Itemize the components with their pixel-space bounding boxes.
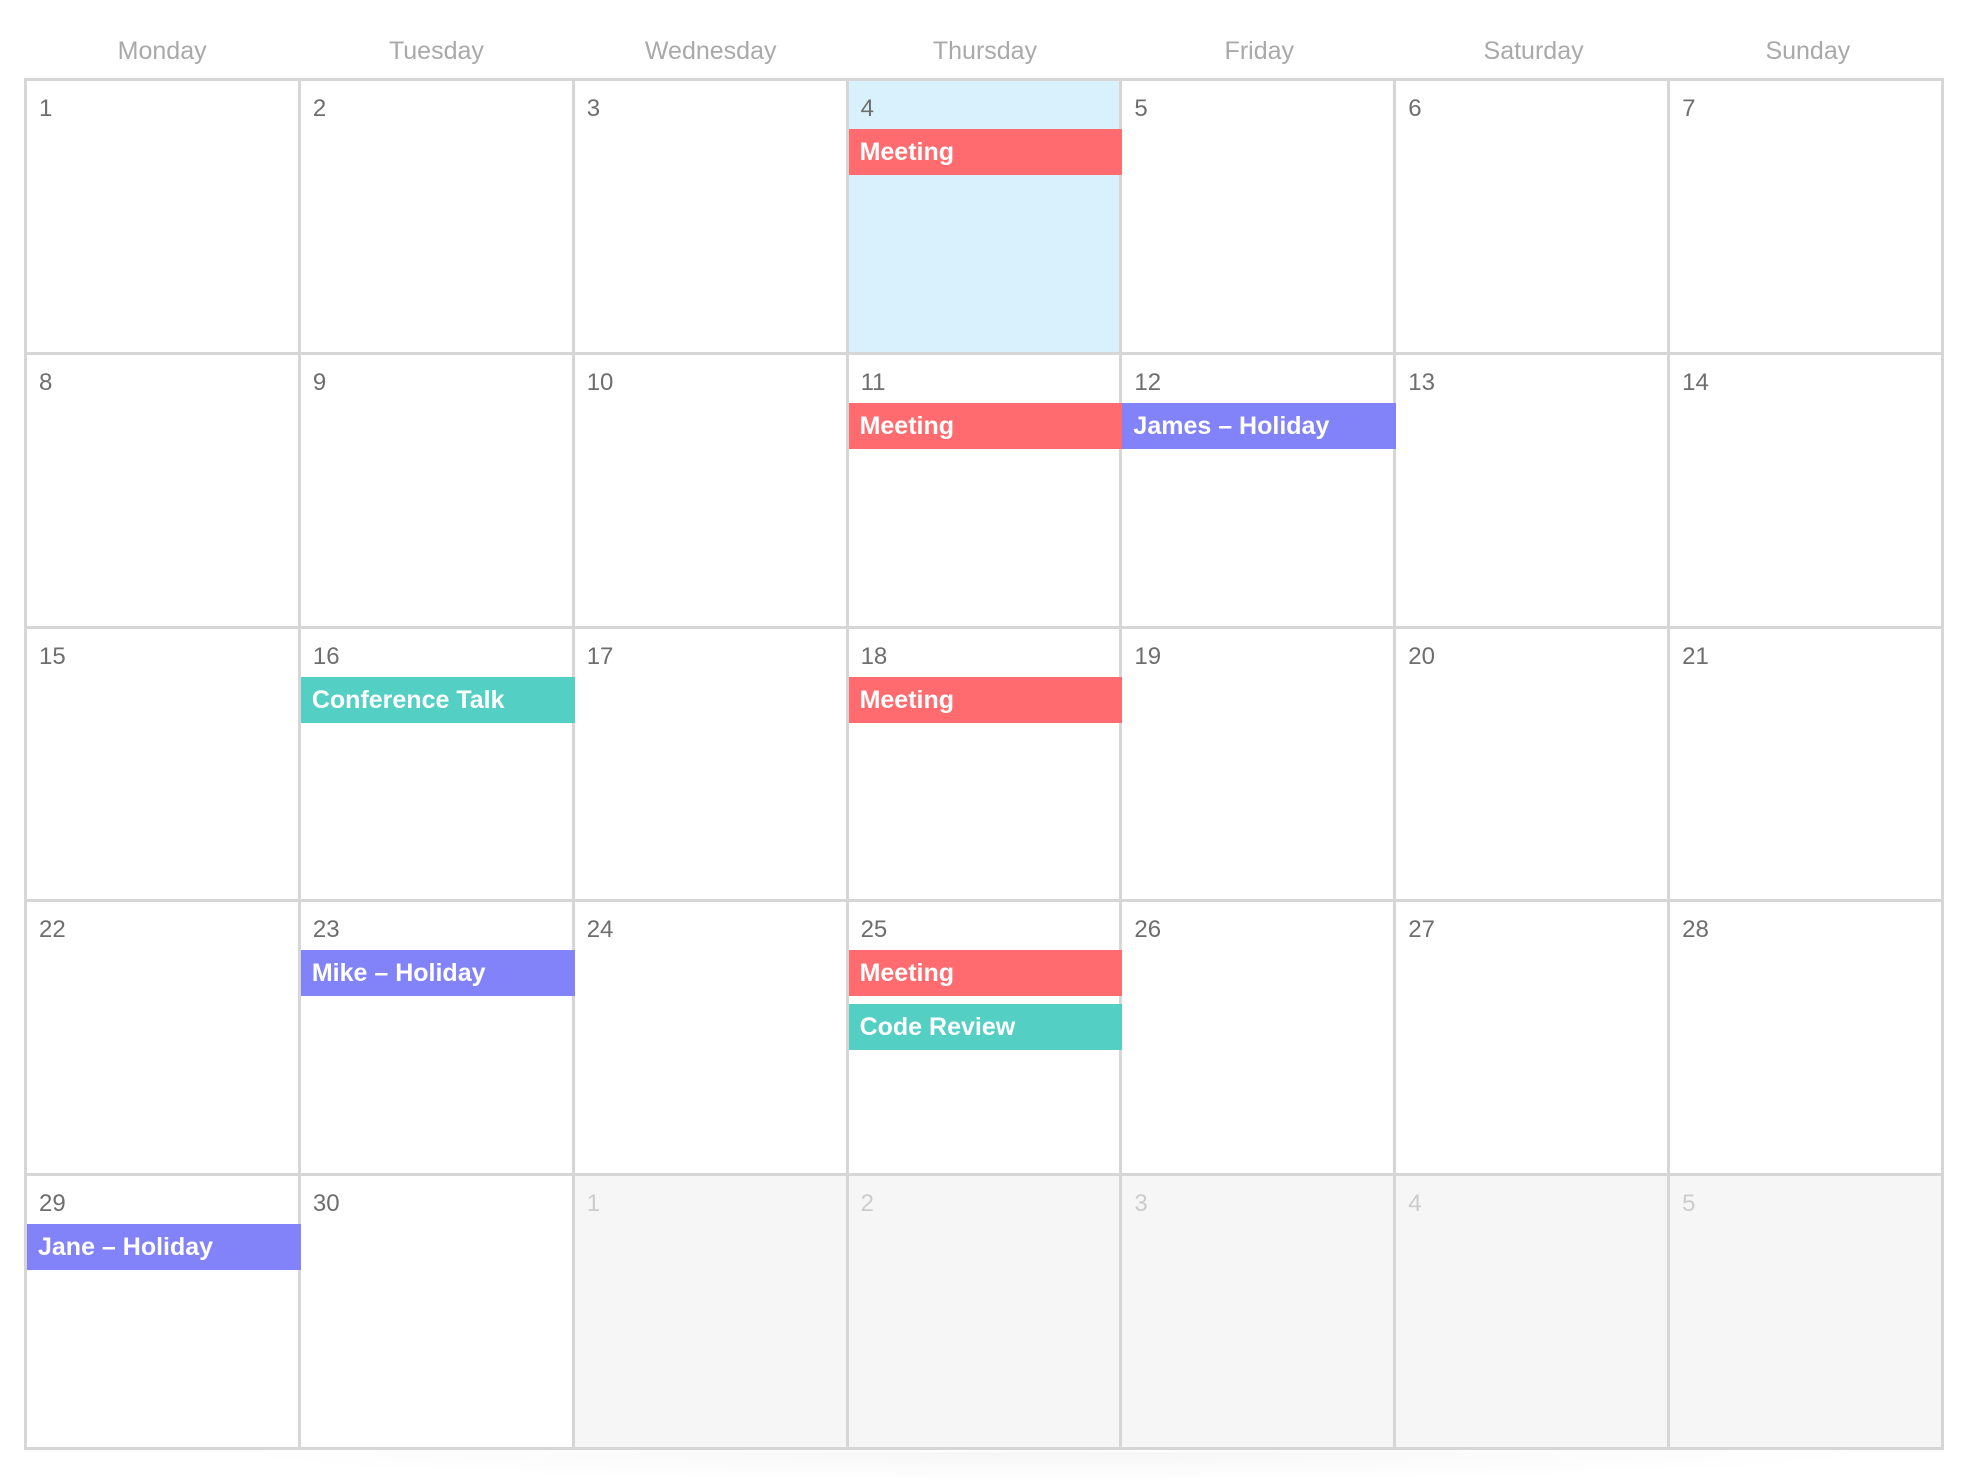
- day-number: 16: [312, 642, 340, 670]
- day-cell[interactable]: 29 Jane – Holiday: [27, 1176, 301, 1450]
- calendar-shadow: [200, 1452, 1900, 1482]
- day-number: 29: [39, 1190, 66, 1218]
- weekday-friday: Friday: [1224, 37, 1295, 65]
- day-cell[interactable]: 21: [1670, 628, 1944, 903]
- day-number: 25: [860, 916, 888, 944]
- day-cell[interactable]: 12 James – Holiday: [1122, 354, 1397, 629]
- weekday-monday: Monday: [117, 37, 207, 65]
- event-list: Meeting: [848, 129, 1123, 183]
- day-number: 10: [586, 368, 614, 396]
- day-number: 6: [1408, 95, 1422, 122]
- event-list: Mike – Holiday: [300, 950, 575, 1004]
- month-grid: 1 2 3 4 Meeting 5 6 7 8 9 10 11 Meeting 12 James – Hol…: [24, 78, 1944, 1450]
- day-cell-next-month[interactable]: 1: [574, 1176, 849, 1450]
- day-cell[interactable]: 8: [27, 354, 301, 629]
- day-number: 1: [39, 95, 53, 122]
- day-number: 8: [39, 368, 53, 396]
- day-number: 9: [312, 368, 327, 396]
- day-number: 2: [860, 1190, 874, 1218]
- day-number: 26: [1134, 916, 1162, 944]
- event-holiday[interactable]: Jane – Holiday: [27, 1224, 301, 1271]
- day-cell[interactable]: 11 Meeting: [848, 354, 1123, 629]
- weekday-saturday: Saturday: [1483, 37, 1584, 65]
- event-list: Conference Talk: [300, 676, 575, 731]
- day-cell[interactable]: 25 Meeting Code Review: [848, 902, 1123, 1177]
- day-number: 11: [860, 368, 886, 396]
- day-number: 3: [1134, 1190, 1148, 1218]
- weekday-sunday: Sunday: [1765, 37, 1851, 65]
- day-cell[interactable]: 3: [574, 81, 849, 355]
- day-cell[interactable]: 18 Meeting: [848, 628, 1123, 903]
- day-number: 17: [586, 642, 614, 670]
- event-list: Meeting Code Review: [848, 950, 1123, 1058]
- event-meeting[interactable]: Meeting: [848, 950, 1123, 997]
- day-cell[interactable]: 5: [1122, 81, 1397, 355]
- day-cell[interactable]: 28: [1670, 902, 1944, 1177]
- day-cell[interactable]: 30: [300, 1176, 575, 1450]
- day-number: 24: [586, 916, 614, 944]
- day-cell[interactable]: 10: [574, 354, 849, 629]
- day-number: 5: [1682, 1190, 1696, 1218]
- event-list: Meeting: [848, 676, 1123, 731]
- day-number: 23: [312, 916, 340, 944]
- day-cell[interactable]: 16 Conference Talk: [300, 628, 575, 903]
- day-number: 4: [1408, 1190, 1422, 1218]
- event-work[interactable]: Conference Talk: [300, 676, 575, 723]
- day-number: 14: [1682, 368, 1709, 396]
- event-list: Jane – Holiday: [27, 1224, 301, 1278]
- day-number: 30: [312, 1190, 340, 1218]
- day-number: 3: [586, 95, 601, 122]
- day-cell-next-month[interactable]: 4: [1396, 1176, 1671, 1450]
- day-cell[interactable]: 2: [300, 81, 575, 355]
- day-cell[interactable]: 7: [1670, 81, 1944, 355]
- day-cell-next-month[interactable]: 3: [1122, 1176, 1397, 1450]
- day-number: 28: [1682, 916, 1709, 944]
- day-cell[interactable]: 23 Mike – Holiday: [300, 902, 575, 1177]
- event-meeting[interactable]: Meeting: [848, 676, 1123, 723]
- day-cell[interactable]: 26: [1122, 902, 1397, 1177]
- day-number: 7: [1682, 95, 1696, 122]
- day-number: 2: [312, 95, 327, 122]
- day-cell[interactable]: 1: [27, 81, 301, 355]
- day-cell[interactable]: 27: [1396, 902, 1671, 1177]
- day-number: 18: [860, 642, 888, 670]
- day-cell[interactable]: 17: [574, 628, 849, 903]
- day-cell[interactable]: 15: [27, 628, 301, 903]
- day-cell[interactable]: 9: [300, 354, 575, 629]
- event-meeting[interactable]: Meeting: [848, 129, 1123, 175]
- event-work[interactable]: Code Review: [848, 1004, 1123, 1051]
- day-number: 13: [1408, 368, 1435, 396]
- day-number: 27: [1408, 916, 1435, 944]
- day-cell-today[interactable]: 4 Meeting: [848, 81, 1123, 355]
- day-number: 12: [1134, 368, 1162, 396]
- event-holiday[interactable]: James – Holiday: [1122, 402, 1397, 449]
- day-number: 15: [39, 642, 66, 670]
- day-cell-next-month[interactable]: 5: [1670, 1176, 1944, 1450]
- day-cell[interactable]: 22: [27, 902, 301, 1177]
- event-list: James – Holiday: [1122, 402, 1397, 457]
- day-number: 1: [586, 1190, 601, 1218]
- event-meeting[interactable]: Meeting: [848, 402, 1123, 449]
- day-cell[interactable]: 13: [1396, 354, 1671, 629]
- day-cell[interactable]: 14: [1670, 354, 1944, 629]
- weekday-wednesday: Wednesday: [644, 37, 777, 65]
- day-cell[interactable]: 20: [1396, 628, 1671, 903]
- event-list: Meeting: [848, 402, 1123, 457]
- day-number: 4: [860, 95, 874, 122]
- weekday-header: Monday Tuesday Wednesday Thursday Friday…: [25, 28, 1945, 74]
- day-cell[interactable]: 19: [1122, 628, 1397, 903]
- day-number: 5: [1134, 95, 1148, 122]
- day-number: 20: [1408, 642, 1435, 670]
- weekday-tuesday: Tuesday: [388, 37, 484, 65]
- day-cell[interactable]: 6: [1396, 81, 1671, 355]
- event-holiday[interactable]: Mike – Holiday: [300, 950, 575, 997]
- day-cell-next-month[interactable]: 2: [848, 1176, 1123, 1450]
- day-number: 22: [39, 916, 66, 944]
- day-number: 21: [1682, 642, 1709, 670]
- day-number: 19: [1134, 642, 1162, 670]
- day-cell[interactable]: 24: [574, 902, 849, 1177]
- weekday-thursday: Thursday: [932, 37, 1038, 65]
